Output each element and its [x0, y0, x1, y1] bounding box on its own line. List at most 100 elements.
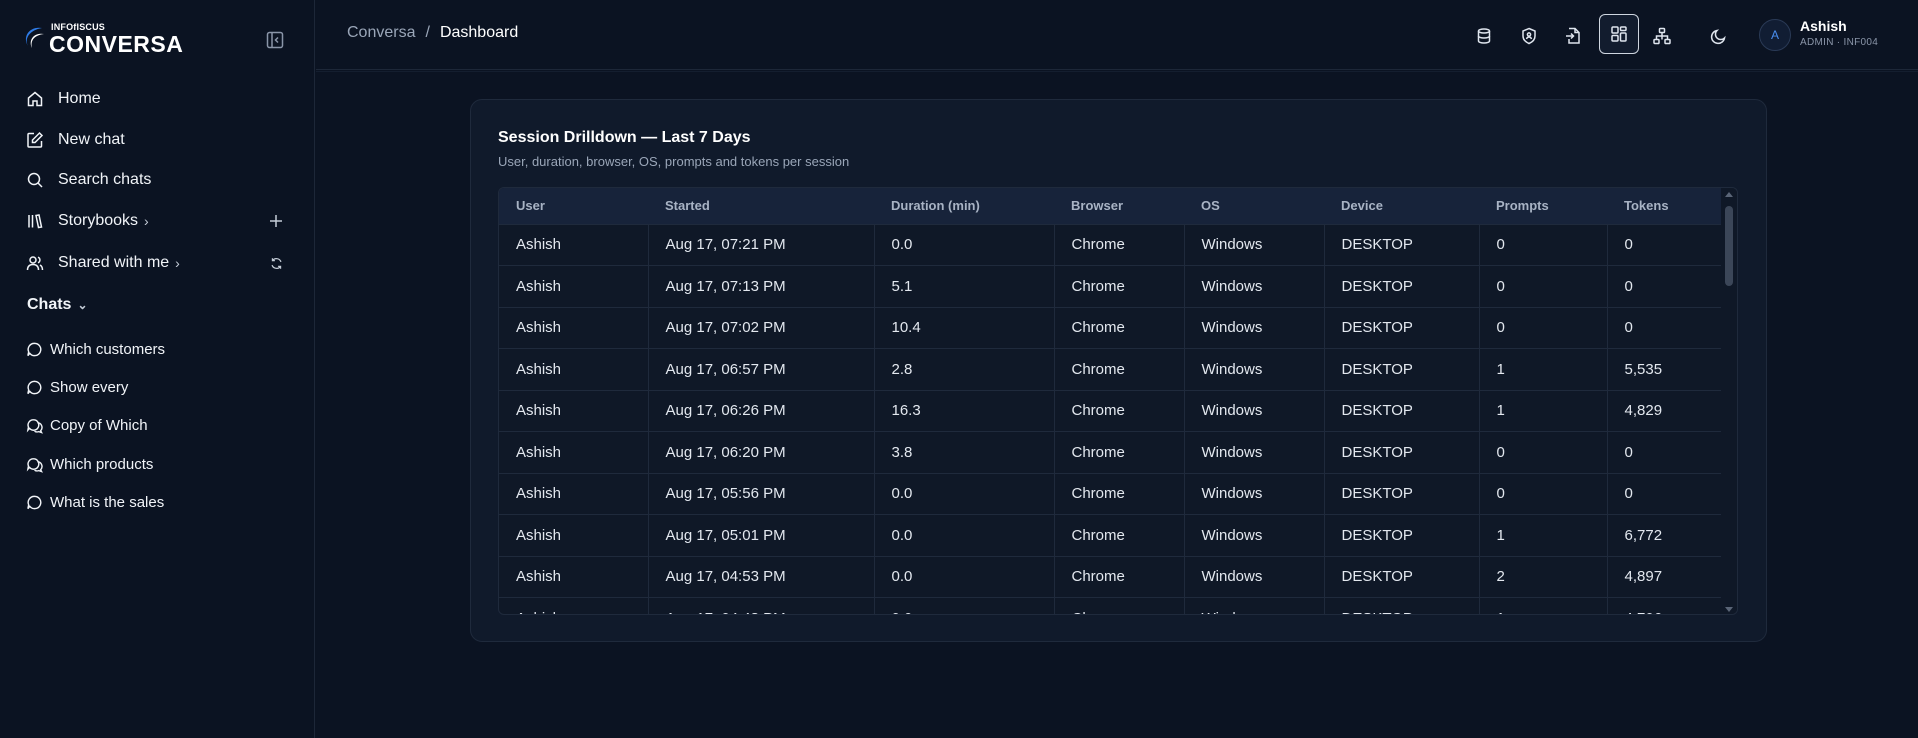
cell-user: Ashish	[499, 306, 649, 349]
card-subtitle: User, duration, browser, OS, prompts and…	[498, 154, 850, 169]
cell-prompts: 1	[1479, 389, 1608, 432]
cell-prompts: 1	[1479, 597, 1608, 614]
cell-browser: Chrome	[1054, 472, 1185, 515]
chats-section-toggle[interactable]: Chats ⌄	[27, 296, 88, 314]
chat-item[interactable]: Show every	[26, 376, 128, 398]
user-name[interactable]: Ashish	[1800, 18, 1847, 34]
breadcrumb-current: Dashboard	[439, 24, 519, 41]
breadcrumb-root-link[interactable]: Conversa	[347, 24, 415, 42]
cell-duration: 0.0	[874, 472, 1055, 515]
cell-browser: Chrome	[1054, 514, 1185, 556]
scroll-up-arrow-icon[interactable]	[1725, 192, 1733, 197]
table-row[interactable]: Ashish Aug 17, 05:56 PM 0.0 Chrome Windows DE…	[499, 472, 1721, 515]
avatar[interactable]: A	[1759, 19, 1791, 51]
column-header-device[interactable]: Device	[1324, 188, 1479, 224]
chat-item[interactable]: Which products	[26, 453, 153, 475]
cell-user: Ashish	[499, 223, 649, 266]
table-row[interactable]: Ashish Aug 17, 06:57 PM 2.8 Chrome Windows DE…	[499, 348, 1721, 390]
hierarchy-button[interactable]	[1643, 17, 1681, 55]
cell-os: Windows	[1184, 514, 1325, 556]
table-row[interactable]: Ashish Aug 17, 05:01 PM 0.0 Chrome Windows DE…	[499, 514, 1721, 556]
moon-icon	[1710, 29, 1726, 45]
cell-started: Aug 17, 05:01 PM	[648, 514, 875, 556]
chat-bubble-icon	[27, 495, 42, 509]
sidebar-item-label: New chat	[58, 131, 125, 148]
cell-prompts: 1	[1479, 514, 1608, 556]
breadcrumb: Conversa / Dashboard	[347, 24, 518, 42]
table-row[interactable]: Ashish Aug 17, 07:13 PM 5.1 Chrome Windows DE…	[499, 265, 1721, 307]
cell-device: DESKTOP	[1324, 597, 1480, 614]
chat-bubble-icon	[27, 342, 42, 356]
cell-tokens: 0	[1607, 431, 1721, 473]
sidebar-item-new-chat[interactable]: New chat	[26, 128, 125, 152]
sidebar-collapse-icon[interactable]	[266, 31, 284, 49]
column-header-duration[interactable]: Duration (min)	[874, 188, 1054, 224]
session-table-container[interactable]: User Started Duration (min) Browser OS D…	[498, 187, 1738, 615]
chat-bubble-icon	[27, 380, 42, 394]
sidebar-item-home[interactable]: Home	[26, 87, 101, 111]
cell-device: DESKTOP	[1324, 472, 1480, 515]
table-header-row: User Started Duration (min) Browser OS D…	[499, 188, 1721, 224]
cell-os: Windows	[1184, 389, 1325, 432]
cell-device: DESKTOP	[1324, 223, 1480, 266]
import-button[interactable]	[1554, 17, 1592, 55]
cell-tokens: 0	[1607, 265, 1721, 307]
cell-user: Ashish	[499, 514, 649, 556]
chat-item[interactable]: Which customers	[26, 338, 165, 360]
cell-user: Ashish	[499, 265, 649, 307]
scroll-thumb[interactable]	[1725, 206, 1733, 286]
table-row[interactable]: Ashish Aug 17, 07:02 PM 10.4 Chrome Windows D…	[499, 306, 1721, 349]
user-role: ADMIN · INF004	[1800, 37, 1879, 48]
cell-duration: 5.1	[874, 265, 1055, 307]
table-row[interactable]: Ashish Aug 17, 04:53 PM 0.0 Chrome Windows DE…	[499, 555, 1721, 598]
sidebar-item-label: Search chats	[58, 171, 152, 188]
table-row[interactable]: Ashish Aug 17, 06:20 PM 3.8 Chrome Windows DE…	[499, 431, 1721, 473]
theme-toggle-button[interactable]	[1700, 17, 1738, 55]
cell-duration: 10.4	[874, 306, 1055, 349]
cell-duration: 3.8	[874, 431, 1055, 473]
chat-item-label: Which customers	[50, 340, 166, 358]
cell-os: Windows	[1184, 597, 1325, 614]
scroll-down-arrow-icon[interactable]	[1725, 607, 1733, 612]
cell-os: Windows	[1184, 223, 1325, 266]
column-header-user[interactable]: User	[499, 188, 648, 224]
cell-device: DESKTOP	[1324, 348, 1480, 390]
table-body: Ashish Aug 17, 07:21 PM 0.0 Chrome Windows DE…	[499, 223, 1721, 614]
chat-item[interactable]: Copy of Which	[26, 414, 148, 436]
database-button[interactable]	[1465, 17, 1503, 55]
cell-prompts: 0	[1479, 265, 1608, 307]
cell-duration: 0.0	[874, 597, 1055, 614]
add-storybook-plus-icon[interactable]	[268, 213, 284, 229]
table-row[interactable]: Ashish Aug 17, 06:26 PM 16.3 Chrome Windows D…	[499, 389, 1721, 432]
cell-os: Windows	[1184, 265, 1325, 307]
column-header-prompts[interactable]: Prompts	[1479, 188, 1607, 224]
column-header-started[interactable]: Started	[648, 188, 874, 224]
cell-browser: Chrome	[1054, 265, 1185, 307]
cell-tokens: 5,535	[1607, 348, 1721, 390]
cell-device: DESKTOP	[1324, 514, 1480, 556]
cell-tokens: 4,897	[1607, 555, 1721, 598]
column-header-os[interactable]: OS	[1184, 188, 1324, 224]
table-row[interactable]: Ashish Aug 17, 07:21 PM 0.0 Chrome Windows DE…	[499, 223, 1721, 266]
cell-browser: Chrome	[1054, 306, 1185, 349]
security-button[interactable]	[1510, 17, 1548, 55]
table-scrollbar[interactable]	[1721, 188, 1737, 614]
cell-started: Aug 17, 05:56 PM	[648, 472, 875, 515]
sidebar-item-shared-with-me[interactable]: Shared with me ›	[26, 251, 180, 275]
table-row[interactable]: AshishAug 17, 04:48 PM0.0ChromeWindowsDE…	[499, 597, 1721, 614]
column-header-browser[interactable]: Browser	[1054, 188, 1184, 224]
cell-browser: Chrome	[1054, 555, 1185, 598]
sidebar-item-label: Home	[58, 90, 101, 107]
brand-logo[interactable]: INFOfISCUS CONVERSA	[22, 22, 183, 58]
cell-browser: Chrome	[1054, 431, 1185, 473]
column-header-tokens[interactable]: Tokens	[1607, 188, 1721, 224]
refresh-icon[interactable]	[270, 257, 283, 270]
sidebar-item-search-chats[interactable]: Search chats	[26, 168, 151, 192]
card-title: Session Drilldown — Last 7 Days	[498, 129, 751, 146]
chat-item[interactable]: What is the sales	[26, 491, 164, 513]
session-table: User Started Duration (min) Browser OS D…	[499, 188, 1721, 614]
sidebar-item-storybooks[interactable]: Storybooks ›	[26, 209, 149, 233]
dashboard-button[interactable]	[1599, 14, 1639, 54]
cell-started: Aug 17, 07:13 PM	[648, 265, 875, 307]
cell-user: Ashish	[499, 431, 649, 473]
